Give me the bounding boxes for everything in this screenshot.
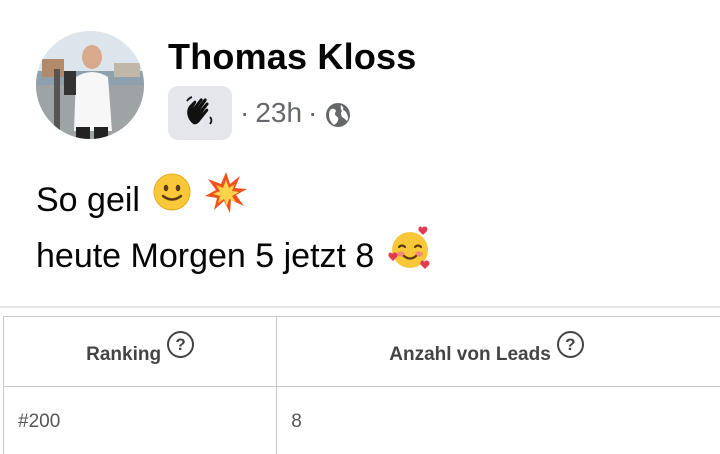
leads-value: 8	[291, 411, 302, 432]
help-icon[interactable]: ?	[167, 331, 195, 358]
globe-icon[interactable]	[323, 100, 353, 130]
meta-separator: ·	[240, 97, 250, 128]
post-line-2: heute Morgen 5 jetzt 8	[36, 226, 434, 284]
waving-hand-icon[interactable]	[168, 86, 232, 140]
table-header-row: Ranking ? Anzahl von Leads ?	[4, 317, 720, 387]
post-text: So geil heute Morgen 5 jetzt 8	[36, 170, 434, 284]
help-icon[interactable]: ?	[556, 331, 584, 358]
post-meta: · 23h ·	[168, 86, 353, 140]
post-line-text: So geil	[36, 181, 140, 219]
column-header-leads: Anzahl von Leads ?	[277, 317, 720, 386]
author-name[interactable]: Thomas Kloss	[168, 36, 416, 78]
post-line-1: So geil	[36, 170, 434, 231]
column-header-ranking: Ranking ?	[4, 317, 278, 386]
meta-separator: ·	[308, 97, 318, 128]
smiling-face-with-hearts-emoji-icon	[386, 224, 434, 289]
ranking-table: Ranking ? Anzahl von Leads ? #200 8	[3, 316, 720, 454]
post-divider	[0, 306, 720, 308]
author-avatar[interactable]	[36, 31, 144, 139]
smiling-face-emoji-icon	[152, 172, 192, 229]
ranking-value: #200	[4, 387, 278, 454]
post-line-text: heute Morgen 5 jetzt 8	[36, 237, 375, 275]
post-timestamp[interactable]: 23h	[255, 97, 302, 129]
collision-emoji-icon	[204, 170, 248, 231]
post-screenshot: Thomas Kloss · 23h · So geil heute Morge…	[0, 0, 720, 454]
table-row: #200 8	[4, 387, 720, 454]
